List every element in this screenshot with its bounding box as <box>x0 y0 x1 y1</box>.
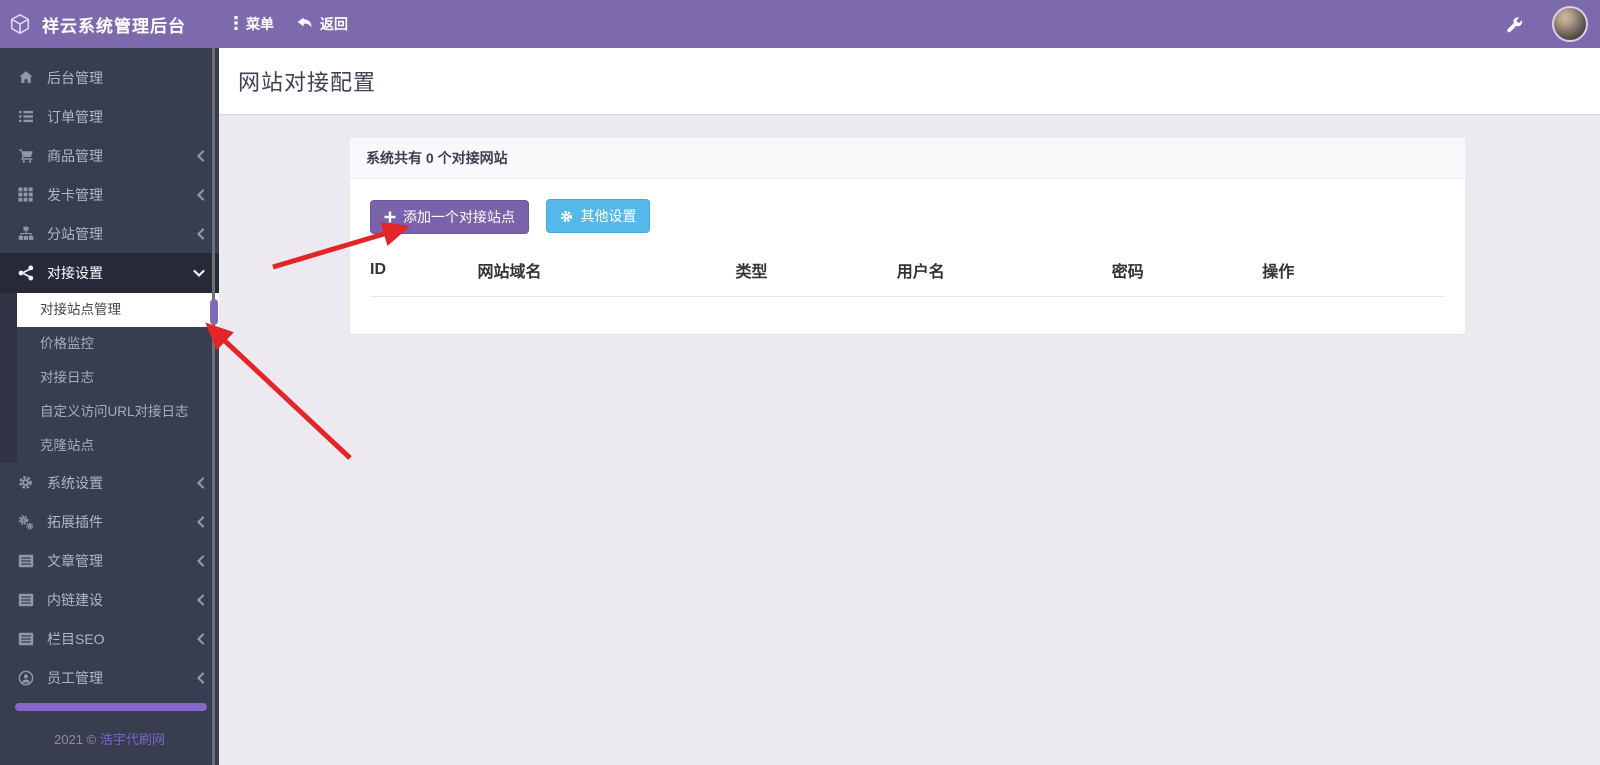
other-settings-button[interactable]: 其他设置 <box>546 199 651 233</box>
gears-icon <box>16 514 35 530</box>
sidebar-item-orders[interactable]: 订单管理 <box>0 97 219 136</box>
sidebar-scrollbar-track[interactable] <box>212 48 215 765</box>
submenu-item-custom-url-log[interactable]: 自定义访问URL对接日志 <box>0 395 219 429</box>
add-integration-site-button[interactable]: 添加一个对接站点 <box>370 199 529 234</box>
sidebar-item-label: 后台管理 <box>47 69 103 86</box>
submenu-item-site-management[interactable]: 对接站点管理 <box>17 293 219 327</box>
back-label: 返回 <box>320 16 348 32</box>
sidebar-item-label: 内链建设 <box>47 591 103 608</box>
back-link[interactable]: 返回 <box>296 14 348 34</box>
brand-title: 祥云系统管理后台 <box>42 16 186 36</box>
sidebar-item-label: 员工管理 <box>47 669 103 686</box>
sidebar-item-staff[interactable]: 员工管理 <box>0 658 219 697</box>
list-icon <box>16 109 35 124</box>
sidebar-item-label: 订单管理 <box>47 108 103 125</box>
vertical-dots-icon <box>233 15 239 34</box>
chevron-left-icon <box>196 632 205 645</box>
plus-icon <box>384 211 396 223</box>
home-icon <box>16 70 35 85</box>
sidebar-item-articles[interactable]: 文章管理 <box>0 541 219 580</box>
submenu-item-price-monitor[interactable]: 价格监控 <box>0 327 219 361</box>
submenu-item-integration-log[interactable]: 对接日志 <box>0 361 219 395</box>
chevron-left-icon <box>196 227 205 240</box>
column-type: 类型 <box>735 245 897 297</box>
sidebar-copyright: 2021 © 浩宇代刷网 <box>0 729 219 748</box>
menu-toggle[interactable]: 菜单 <box>233 14 274 34</box>
sidebar-item-label: 对接设置 <box>47 265 103 281</box>
chevron-left-icon <box>196 554 205 567</box>
sidebar-item-substations[interactable]: 分站管理 <box>0 214 219 253</box>
cube-icon <box>9 13 31 35</box>
sidebar-nav: 后台管理 订单管理 商品管理 发卡管理 分站管理 对接设置 对接站点管理 价格监… <box>0 48 219 697</box>
sidebar-item-system-settings[interactable]: 系统设置 <box>0 463 219 502</box>
article-icon <box>16 593 35 607</box>
sidebar: 后台管理 订单管理 商品管理 发卡管理 分站管理 对接设置 对接站点管理 价格监… <box>0 48 219 765</box>
settings-button-label: 其他设置 <box>580 208 637 224</box>
user-avatar[interactable] <box>1552 6 1588 42</box>
sidebar-item-column-seo[interactable]: 栏目SEO <box>0 619 219 658</box>
table-header-row: ID 网站域名 类型 用户名 密码 操作 <box>370 245 1445 297</box>
sidebar-item-label: 文章管理 <box>47 552 103 569</box>
column-actions: 操作 <box>1262 245 1445 297</box>
chevron-left-icon <box>196 188 205 201</box>
page-title: 网站对接配置 <box>238 70 377 95</box>
panel-summary: 系统共有 0 个对接网站 <box>350 138 1465 179</box>
chevron-left-icon <box>196 671 205 684</box>
column-password: 密码 <box>1111 245 1263 297</box>
sidebar-item-label: 分站管理 <box>47 225 103 242</box>
sidebar-item-label: 发卡管理 <box>47 186 103 203</box>
top-navbar: 祥云系统管理后台 菜单 返回 <box>0 0 1600 48</box>
chevron-left-icon <box>196 593 205 606</box>
chevron-down-icon <box>193 269 205 278</box>
gear-icon <box>560 210 573 223</box>
reply-arrow-icon <box>296 15 313 33</box>
column-username: 用户名 <box>896 245 1112 297</box>
sitemap-icon <box>16 226 35 241</box>
chevron-left-icon <box>196 149 205 162</box>
article-icon <box>16 632 35 646</box>
sidebar-item-label: 拓展插件 <box>47 513 103 530</box>
article-icon <box>16 554 35 568</box>
sidebar-item-label: 系统设置 <box>47 474 103 491</box>
wrench-icon[interactable] <box>1506 16 1523 33</box>
sidebar-scrollbar-thumb[interactable] <box>210 299 218 325</box>
column-id: ID <box>370 245 478 297</box>
submenu-item-clone-site[interactable]: 克隆站点 <box>0 429 219 463</box>
sidebar-item-integration-settings[interactable]: 对接设置 <box>0 253 219 293</box>
sidebar-item-products[interactable]: 商品管理 <box>0 136 219 175</box>
integration-submenu: 对接站点管理 价格监控 对接日志 自定义访问URL对接日志 克隆站点 <box>0 293 219 463</box>
copyright-text: 2021 © <box>54 732 97 747</box>
page-header: 网站对接配置 <box>219 48 1600 115</box>
empty-table-row <box>370 296 1445 314</box>
column-domain: 网站域名 <box>477 245 736 297</box>
panel-body: 添加一个对接站点 其他设置 ID 网站域名 类型 用户名 密码 操作 <box>350 179 1465 334</box>
menu-label: 菜单 <box>246 16 274 32</box>
user-circle-icon <box>16 670 35 686</box>
sidebar-item-backend[interactable]: 后台管理 <box>0 58 219 97</box>
page-body: 系统共有 0 个对接网站 添加一个对接站点 其他设置 ID 网站域名 类型 用户… <box>219 115 1600 765</box>
chevron-left-icon <box>196 515 205 528</box>
site-link[interactable]: 浩宇代刷网 <box>100 732 165 747</box>
topbar-right <box>1506 6 1600 42</box>
cart-icon <box>16 148 35 163</box>
sidebar-item-plugins[interactable]: 拓展插件 <box>0 502 219 541</box>
sidebar-item-label: 栏目SEO <box>47 630 105 647</box>
add-button-label: 添加一个对接站点 <box>403 208 515 225</box>
brand[interactable]: 祥云系统管理后台 <box>0 12 219 37</box>
integration-sites-table: ID 网站域名 类型 用户名 密码 操作 <box>370 245 1445 315</box>
grid-icon <box>16 187 35 202</box>
integration-panel: 系统共有 0 个对接网站 添加一个对接站点 其他设置 ID 网站域名 类型 用户… <box>350 138 1465 334</box>
sidebar-footer-bar <box>15 703 207 711</box>
sidebar-item-cards[interactable]: 发卡管理 <box>0 175 219 214</box>
gear-icon <box>16 475 35 490</box>
chevron-left-icon <box>196 476 205 489</box>
sidebar-item-internal-links[interactable]: 内链建设 <box>0 580 219 619</box>
sidebar-item-label: 商品管理 <box>47 147 103 164</box>
main-content: 网站对接配置 系统共有 0 个对接网站 添加一个对接站点 其他设置 ID 网站域… <box>219 48 1600 765</box>
share-nodes-icon <box>16 265 35 281</box>
